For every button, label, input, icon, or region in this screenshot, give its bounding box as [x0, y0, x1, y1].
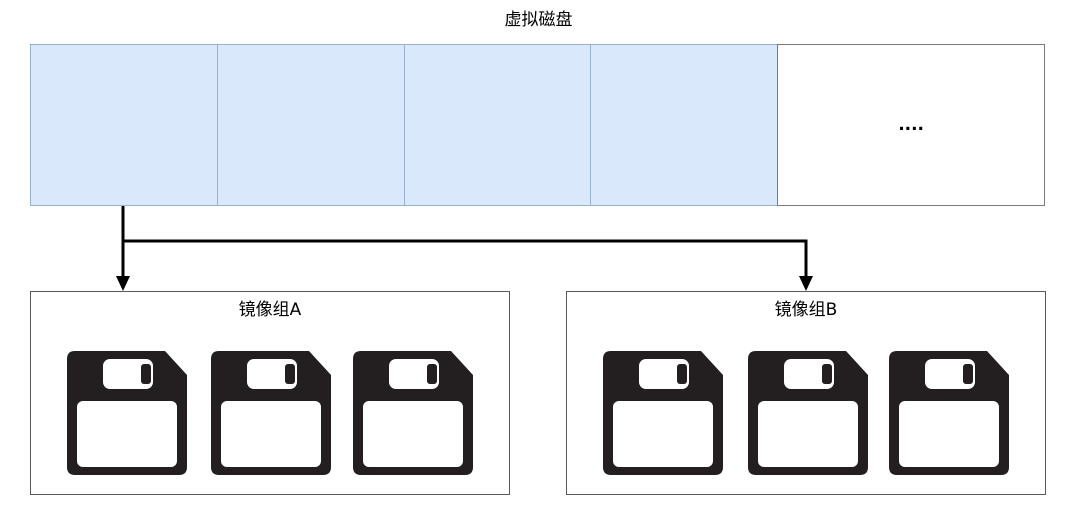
- virtual-disk-title: 虚拟磁盘: [504, 10, 573, 30]
- disk-segment-1: [30, 44, 218, 206]
- floppy-disk-icon: [748, 351, 868, 475]
- disk-segment-3: [403, 44, 592, 206]
- disk-segment-4: [590, 44, 779, 206]
- disk-segment-more: ....: [777, 44, 1045, 206]
- floppy-disk-icon: [889, 351, 1009, 475]
- mirror-group-b-label: 镜像组B: [774, 300, 838, 320]
- mirror-group-a: 镜像组A: [30, 291, 510, 495]
- floppy-disk-icon: [67, 351, 187, 475]
- arrowhead-group-a: [116, 276, 130, 291]
- disk-segment-2: [216, 44, 405, 206]
- mirror-group-b-disks: [603, 351, 1011, 475]
- mirror-group-a-disks: [67, 351, 475, 475]
- floppy-disk-icon: [211, 351, 331, 475]
- mirror-group-a-label: 镜像组A: [238, 300, 302, 320]
- ellipsis-label: ....: [898, 115, 925, 135]
- floppy-disk-icon: [353, 351, 473, 475]
- floppy-disk-icon: [603, 351, 723, 475]
- mirror-group-b: 镜像组B: [566, 291, 1046, 495]
- connector-to-group-b: [123, 239, 808, 278]
- virtual-disk: ....: [30, 44, 1045, 206]
- arrowhead-group-b: [799, 276, 813, 291]
